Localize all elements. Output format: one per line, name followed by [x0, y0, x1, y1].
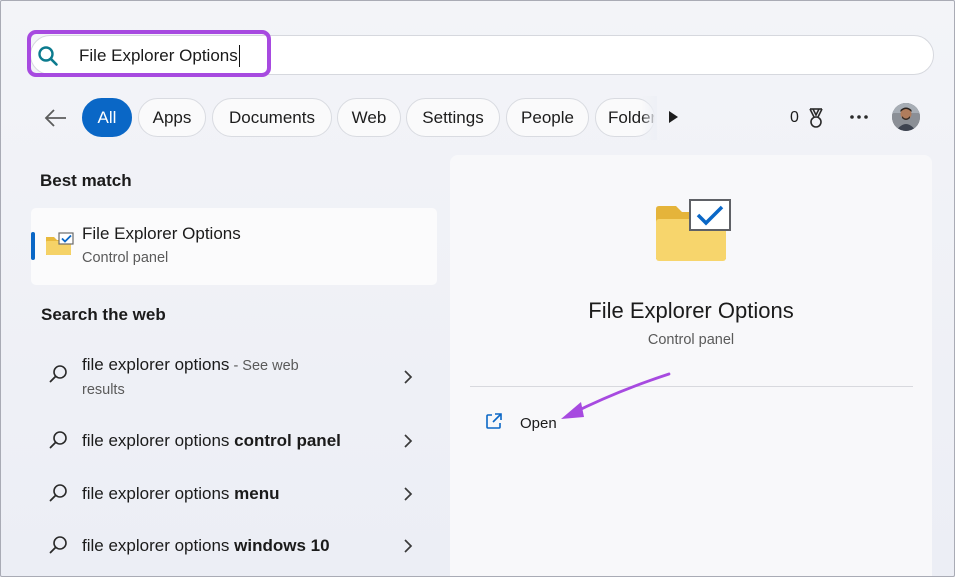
trophy-icon[interactable] — [806, 107, 826, 129]
more-filters-button[interactable] — [661, 106, 683, 128]
chevron-right-icon — [404, 434, 413, 448]
web-result-row[interactable]: file explorer options - See web results — [37, 351, 431, 407]
folder-check-icon — [656, 199, 731, 261]
web-result-query-bold: windows 10 — [234, 536, 330, 555]
filter-chip-people[interactable]: People — [506, 98, 589, 137]
web-result-row[interactable]: file explorer options windows 10 — [37, 528, 431, 564]
chevron-right-icon — [404, 370, 413, 384]
open-label: Open — [520, 415, 557, 432]
play-icon — [669, 111, 678, 123]
web-result-query: file explorer options — [82, 355, 230, 374]
web-result-query: file explorer options — [82, 431, 235, 450]
selection-indicator — [31, 232, 35, 260]
search-icon — [49, 431, 67, 449]
search-icon — [49, 365, 67, 383]
search-icon — [49, 536, 67, 554]
web-result-row[interactable]: file explorer options menu — [37, 476, 431, 512]
avatar[interactable] — [892, 103, 920, 131]
best-match-title: File Explorer Options — [82, 224, 241, 243]
preview-divider — [470, 386, 913, 387]
web-result-see-web: - See web — [229, 358, 299, 374]
arrow-left-icon — [44, 109, 66, 127]
filter-chip-apps[interactable]: Apps — [138, 98, 206, 137]
web-result-query-bold: menu — [234, 484, 280, 503]
web-result-query-bold: control panel — [234, 431, 341, 450]
folder-check-icon — [46, 232, 74, 255]
back-button[interactable] — [41, 104, 71, 132]
web-result-row[interactable]: file explorer options control panel — [37, 423, 431, 459]
search-web-header: Search the web — [41, 305, 166, 324]
avatar-image — [892, 103, 920, 131]
web-result-see-web-continued: results — [82, 382, 125, 398]
annotation-arrow-icon — [561, 372, 671, 419]
web-result-query: file explorer options — [82, 536, 235, 555]
filter-chip-settings[interactable]: Settings — [406, 98, 500, 137]
preview-subtitle: Control panel — [647, 332, 735, 348]
web-result-query: file explorer options — [82, 484, 235, 503]
rewards-count: 0 — [790, 109, 799, 126]
chevron-right-icon — [404, 539, 413, 553]
scroll-fade — [641, 96, 657, 140]
filter-chip-web[interactable]: Web — [337, 98, 401, 137]
preview-title: File Explorer Options — [588, 298, 794, 323]
filter-chip-all[interactable]: All — [82, 98, 132, 137]
ellipsis-icon — [850, 115, 868, 119]
annotation-highlight-box — [27, 30, 271, 77]
best-match-subtitle: Control panel — [82, 250, 169, 266]
search-icon — [49, 484, 67, 502]
search-window: All Apps Documents Web Settings People F… — [0, 0, 955, 577]
open-external-icon — [486, 413, 502, 429]
best-match-header: Best match — [40, 171, 132, 190]
filter-chip-documents[interactable]: Documents — [212, 98, 332, 137]
chevron-right-icon — [404, 487, 413, 501]
best-match-result[interactable] — [31, 208, 437, 285]
overflow-menu-button[interactable] — [847, 105, 871, 129]
